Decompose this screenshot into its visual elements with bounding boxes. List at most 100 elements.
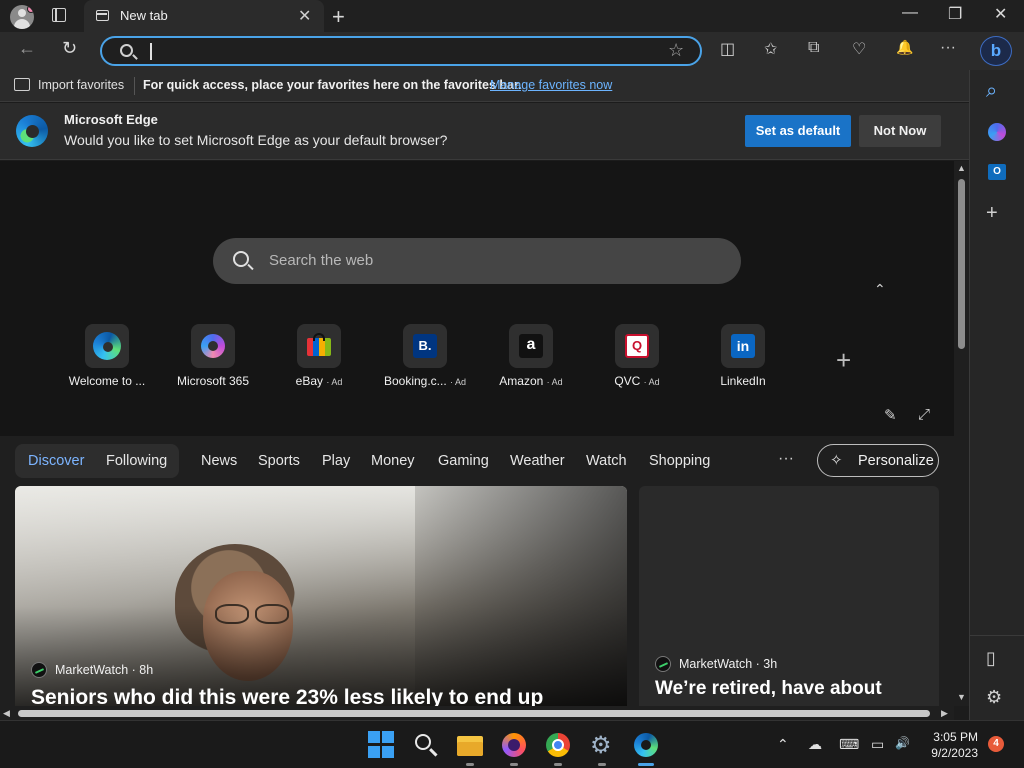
search-icon[interactable]: ⌕ [986, 80, 997, 103]
back-button[interactable]: ← [18, 38, 36, 59]
browser-essentials-icon[interactable]: ♡ [852, 39, 866, 59]
quick-link-amazon[interactable]: a Amazon · Ad [481, 324, 581, 394]
favorites-icon[interactable]: ✩ [764, 39, 777, 59]
not-now-button[interactable]: Not Now [859, 115, 941, 147]
scroll-down-arrow-icon[interactable]: ▼ [957, 692, 966, 702]
copilot-icon[interactable] [988, 123, 1006, 141]
new-tab-page-icon [96, 10, 109, 21]
edge-icon[interactable] [632, 731, 660, 766]
expand-icon[interactable]: ⤢ [918, 406, 930, 423]
keyboard-icon[interactable]: ⌨ [839, 736, 859, 753]
quick-link-qvc[interactable]: Q QVC · Ad [587, 324, 687, 394]
split-screen-icon[interactable]: ◫ [720, 39, 735, 59]
active-indicator [638, 763, 654, 766]
vertical-scrollbar[interactable]: ▲ ▼ [954, 161, 969, 706]
onedrive-icon[interactable]: ☁ [808, 736, 822, 753]
profile-avatar-icon[interactable] [10, 5, 34, 29]
web-search-placeholder[interactable]: Search the web [269, 252, 373, 269]
tab-following[interactable]: Following [106, 453, 167, 469]
tab-watch[interactable]: Watch [586, 453, 627, 469]
collapse-chevron-icon[interactable]: ⌃ [874, 281, 886, 298]
search-icon [120, 44, 133, 57]
windows-taskbar: ⚙ ⌃ ☁ ⌨ ▭ 🔊 3:05 PM 9/2/2023 4 [0, 720, 1024, 768]
minimize-button[interactable]: — [902, 4, 918, 22]
outlook-icon[interactable]: O [988, 164, 1006, 180]
divider [970, 635, 1024, 636]
tab-play[interactable]: Play [322, 453, 350, 469]
volume-icon[interactable]: 🔊 [895, 736, 910, 750]
add-icon[interactable]: + [986, 202, 998, 225]
quick-link-label: LinkedIn [720, 374, 766, 388]
search-icon[interactable] [412, 731, 440, 759]
sidebar-toggle-icon[interactable]: ▯ [986, 648, 996, 669]
personalize-button[interactable]: ✧ Personalize [817, 444, 939, 477]
favorites-bar: Import favorites For quick access, place… [0, 70, 970, 102]
close-tab-icon[interactable]: ✕ [298, 6, 311, 26]
collections-icon[interactable]: ⧉ [808, 39, 819, 57]
tab-sports[interactable]: Sports [258, 453, 300, 469]
address-bar[interactable]: ☆ [100, 36, 702, 66]
tab-money[interactable]: Money [371, 453, 415, 469]
quick-link-label: QVC · Ad [614, 374, 660, 388]
amazon-icon: a [509, 324, 553, 368]
settings-icon[interactable]: ⚙ [588, 731, 616, 766]
tab-gaming[interactable]: Gaming [438, 453, 489, 469]
close-window-button[interactable]: ✕ [994, 4, 1007, 24]
web-search-box[interactable]: Search the web [213, 238, 741, 284]
news-headline[interactable]: Seniors who did this were 23% less likel… [31, 686, 543, 706]
more-icon[interactable]: ··· [940, 39, 956, 57]
tab-actions-icon[interactable] [52, 8, 66, 22]
new-tab-button[interactable]: + [332, 4, 345, 30]
running-indicator [598, 763, 606, 766]
tab-new-tab[interactable]: New tab ✕ [84, 0, 324, 32]
manage-favorites-link[interactable]: Manage favorites now [490, 78, 612, 92]
linkedin-icon: in [721, 324, 765, 368]
news-headline[interactable]: We’re retired, have about [655, 678, 882, 700]
main-news-card[interactable]: MarketWatch · 8h Seniors who did this we… [15, 486, 627, 706]
firefox-icon[interactable] [500, 731, 528, 766]
edge-logo-icon [16, 115, 48, 147]
vertical-scroll-thumb[interactable] [958, 179, 965, 349]
chrome-icon[interactable] [544, 731, 572, 766]
tab-news[interactable]: News [201, 453, 237, 469]
quick-link-microsoft-365[interactable]: Microsoft 365 [163, 324, 263, 394]
set-as-default-button[interactable]: Set as default [745, 115, 851, 147]
scroll-left-arrow-icon[interactable]: ◀ [3, 708, 10, 719]
file-explorer-icon[interactable] [456, 731, 484, 766]
windows-start-icon[interactable] [368, 731, 396, 759]
side-news-card[interactable]: MarketWatch · 3h We’re retired, have abo… [639, 486, 939, 706]
scroll-right-arrow-icon[interactable]: ▶ [941, 708, 948, 719]
refresh-button[interactable]: ↻ [62, 38, 77, 59]
favorites-hint: For quick access, place your favorites h… [143, 78, 522, 92]
tab-weather[interactable]: Weather [510, 453, 565, 469]
import-favorites-button[interactable]: Import favorites [38, 78, 124, 92]
quick-link-label: Booking.c... · Ad [383, 374, 467, 388]
quick-link-ebay[interactable]: eBay · Ad [269, 324, 369, 394]
horizontal-scrollbar[interactable]: ◀ ▶ [0, 706, 954, 720]
booking-icon: B. [403, 324, 447, 368]
edit-background-icon[interactable]: ✎ [884, 406, 897, 424]
display-icon[interactable]: ▭ [871, 736, 884, 753]
settings-icon[interactable]: ⚙ [986, 687, 1002, 708]
import-icon[interactable] [14, 78, 30, 91]
more-categories-icon[interactable]: ··· [778, 450, 794, 468]
add-quick-link-button[interactable]: + [836, 345, 851, 376]
restore-button[interactable]: ❐ [948, 4, 962, 24]
quick-link-label: Amazon · Ad [499, 374, 563, 388]
notification-count-badge[interactable]: 4 [988, 736, 1004, 752]
running-indicator [554, 763, 562, 766]
horizontal-scroll-thumb[interactable] [18, 710, 930, 717]
quick-link-booking[interactable]: B. Booking.c... · Ad [375, 324, 475, 394]
quick-link-linkedin[interactable]: in LinkedIn [693, 324, 793, 394]
scroll-up-arrow-icon[interactable]: ▲ [957, 163, 966, 173]
tab-shopping[interactable]: Shopping [649, 453, 710, 469]
navigation-bar: ← ↻ ☆ ◫ ✩ ⧉ ♡ 🔔 ··· b [0, 32, 1024, 70]
quick-link-welcome[interactable]: Welcome to ... [57, 324, 157, 394]
qvc-icon: Q [615, 324, 659, 368]
favorite-star-icon[interactable]: ☆ [668, 40, 684, 61]
clock[interactable]: 3:05 PM 9/2/2023 [920, 729, 978, 761]
tab-discover[interactable]: Discover [28, 453, 84, 469]
bing-copilot-icon[interactable]: b [980, 36, 1012, 66]
notifications-icon[interactable]: 🔔 [896, 39, 913, 56]
show-hidden-icons-chevron-icon[interactable]: ⌃ [777, 736, 789, 753]
